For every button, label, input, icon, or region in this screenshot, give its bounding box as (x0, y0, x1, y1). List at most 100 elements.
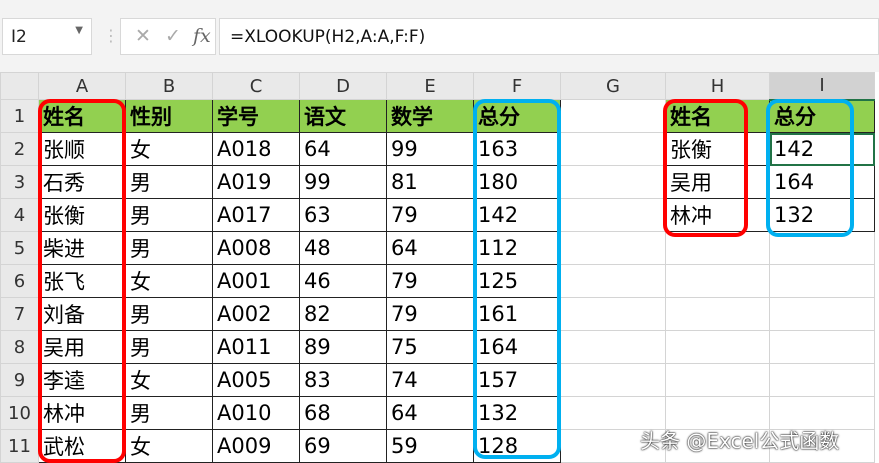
row-header[interactable]: 10 (0, 396, 39, 430)
row-header[interactable]: 8 (0, 330, 39, 364)
chevron-down-icon[interactable]: ▼ (75, 25, 83, 36)
cell-F11[interactable]: 128 (473, 429, 561, 463)
cell-D8[interactable]: 89 (299, 330, 387, 364)
cell-F7[interactable]: 161 (473, 297, 561, 331)
cell-F9[interactable]: 157 (473, 363, 561, 397)
cell-D2[interactable]: 64 (299, 132, 387, 166)
cell-B2[interactable]: 女 (125, 132, 213, 166)
cell-G3[interactable] (560, 165, 666, 199)
cell-D11[interactable]: 69 (299, 429, 387, 463)
row-header[interactable]: 9 (0, 363, 39, 397)
cell-B6[interactable]: 女 (125, 264, 213, 298)
cell-B8[interactable]: 男 (125, 330, 213, 364)
spreadsheet-grid[interactable]: ABCDEFGHI 1 姓名 性别 学号 语文 数学 总分 姓名 总分 2 张顺女 A018 64 99 1… (0, 72, 875, 463)
cell-G1[interactable] (560, 99, 666, 133)
cell-I2[interactable]: 142 (769, 132, 875, 166)
select-all-corner[interactable] (0, 72, 39, 100)
cell-A10[interactable]: 林冲 (38, 396, 126, 430)
cell-A9[interactable]: 李逵 (38, 363, 126, 397)
cell-C8[interactable]: A011 (212, 330, 300, 364)
cell-I4[interactable]: 132 (769, 198, 875, 232)
drag-handle-icon[interactable]: ⋮ (103, 26, 119, 45)
cell-D3[interactable]: 99 (299, 165, 387, 199)
cell-B4[interactable]: 男 (125, 198, 213, 232)
cell-H2[interactable]: 张衡 (665, 132, 770, 166)
cell-F4[interactable]: 142 (473, 198, 561, 232)
cell-C3[interactable]: A019 (212, 165, 300, 199)
cell-D7[interactable]: 82 (299, 297, 387, 331)
cell-C4[interactable]: A017 (212, 198, 300, 232)
cell-C2[interactable]: A018 (212, 132, 300, 166)
cell-B10[interactable]: 男 (125, 396, 213, 430)
cell-B5[interactable]: 男 (125, 231, 213, 265)
cell-G2[interactable] (560, 132, 666, 166)
cell-E4[interactable]: 79 (386, 198, 474, 232)
row-header[interactable]: 11 (0, 429, 39, 463)
cell-C10[interactable]: A010 (212, 396, 300, 430)
cell-F3[interactable]: 180 (473, 165, 561, 199)
cell-C5[interactable]: A008 (212, 231, 300, 265)
formula-input[interactable]: =XLOOKUP(H2,A:A,F:F) (219, 18, 879, 55)
cell-C11[interactable]: A009 (212, 429, 300, 463)
cell-B3[interactable]: 男 (125, 165, 213, 199)
cell-E11[interactable]: 59 (386, 429, 474, 463)
cell-A8[interactable]: 吴用 (38, 330, 126, 364)
column-header-B[interactable]: B (125, 72, 213, 100)
cell-H7[interactable] (665, 297, 770, 331)
row-header[interactable]: 4 (0, 198, 39, 232)
cell-I9[interactable] (769, 363, 875, 397)
cell-H1[interactable]: 姓名 (665, 99, 770, 133)
column-header-A[interactable]: A (38, 72, 126, 100)
cell-E10[interactable]: 64 (386, 396, 474, 430)
cell-A7[interactable]: 刘备 (38, 297, 126, 331)
cell-I3[interactable]: 164 (769, 165, 875, 199)
cell-G5[interactable] (560, 231, 666, 265)
cell-D4[interactable]: 63 (299, 198, 387, 232)
cell-G8[interactable] (560, 330, 666, 364)
cell-F2[interactable]: 163 (473, 132, 561, 166)
cell-F1[interactable]: 总分 (473, 99, 561, 133)
cell-D6[interactable]: 46 (299, 264, 387, 298)
cell-I1[interactable]: 总分 (769, 99, 875, 133)
cell-E6[interactable]: 79 (386, 264, 474, 298)
cell-I5[interactable] (769, 231, 875, 265)
cell-B1[interactable]: 性别 (125, 99, 213, 133)
cell-H3[interactable]: 吴用 (665, 165, 770, 199)
column-header-D[interactable]: D (299, 72, 387, 100)
cell-B11[interactable]: 女 (125, 429, 213, 463)
cancel-icon[interactable]: ✕ (135, 25, 151, 47)
cell-F10[interactable]: 132 (473, 396, 561, 430)
cell-E5[interactable]: 64 (386, 231, 474, 265)
cell-E2[interactable]: 99 (386, 132, 474, 166)
row-header[interactable]: 3 (0, 165, 39, 199)
row-header[interactable]: 5 (0, 231, 39, 265)
cell-H4[interactable]: 林冲 (665, 198, 770, 232)
cell-E9[interactable]: 74 (386, 363, 474, 397)
row-header[interactable]: 1 (0, 99, 39, 133)
insert-function-icon[interactable]: fx (193, 25, 211, 47)
cell-G6[interactable] (560, 264, 666, 298)
cell-I6[interactable] (769, 264, 875, 298)
column-header-C[interactable]: C (212, 72, 300, 100)
row-header[interactable]: 6 (0, 264, 39, 298)
cell-A11[interactable]: 武松 (38, 429, 126, 463)
row-header[interactable]: 7 (0, 297, 39, 331)
cell-A1[interactable]: 姓名 (38, 99, 126, 133)
cell-A2[interactable]: 张顺 (38, 132, 126, 166)
cell-G9[interactable] (560, 363, 666, 397)
cell-D5[interactable]: 48 (299, 231, 387, 265)
column-header-F[interactable]: F (473, 72, 561, 100)
cell-A3[interactable]: 石秀 (38, 165, 126, 199)
cell-F6[interactable]: 125 (473, 264, 561, 298)
name-box[interactable]: I2 ▼ (2, 18, 92, 55)
cell-F5[interactable]: 112 (473, 231, 561, 265)
cell-D10[interactable]: 68 (299, 396, 387, 430)
cell-B9[interactable]: 女 (125, 363, 213, 397)
cell-A6[interactable]: 张飞 (38, 264, 126, 298)
cell-D1[interactable]: 语文 (299, 99, 387, 133)
cell-C1[interactable]: 学号 (212, 99, 300, 133)
cell-E3[interactable]: 81 (386, 165, 474, 199)
cell-G4[interactable] (560, 198, 666, 232)
cell-H9[interactable] (665, 363, 770, 397)
cell-H8[interactable] (665, 330, 770, 364)
